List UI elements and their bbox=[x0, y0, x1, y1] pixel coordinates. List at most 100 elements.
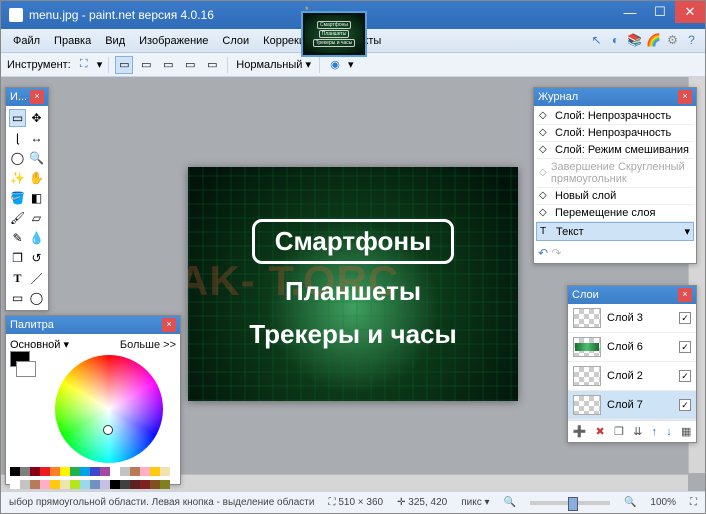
settings-icon[interactable]: ⚙ bbox=[665, 33, 680, 48]
selmode-replace-icon[interactable]: ▭ bbox=[115, 56, 133, 74]
layer-delete-icon[interactable]: ✖ bbox=[596, 425, 605, 438]
swatch[interactable] bbox=[10, 467, 20, 476]
layer-down-icon[interactable]: ↓ bbox=[666, 426, 672, 438]
tool-rectangle[interactable]: ▭ bbox=[9, 289, 26, 307]
minimize-button[interactable]: — bbox=[615, 1, 645, 23]
history-item[interactable]: ◇Новый слой bbox=[536, 188, 694, 205]
maximize-button[interactable]: ☐ bbox=[645, 1, 675, 23]
history-window-icon[interactable]: ◐ bbox=[608, 33, 623, 48]
tool-text[interactable]: T bbox=[9, 269, 26, 287]
layer-row[interactable]: Слой 2✓ bbox=[568, 362, 696, 391]
fullscreen-icon[interactable]: ⛶ bbox=[690, 497, 697, 508]
swatch[interactable] bbox=[90, 467, 100, 476]
swatch[interactable] bbox=[30, 467, 40, 476]
swatch[interactable] bbox=[160, 480, 170, 489]
zoom-slider[interactable] bbox=[530, 501, 610, 505]
history-item[interactable]: ◇Перемещение слоя bbox=[536, 205, 694, 222]
tool-move[interactable]: ✥ bbox=[28, 109, 45, 127]
tool-gradient[interactable]: ◧ bbox=[28, 189, 45, 207]
tool-zoom[interactable]: 🔍 bbox=[28, 149, 45, 167]
palette-fgbg-swatches[interactable] bbox=[10, 351, 36, 377]
tool-rect-select[interactable]: ▭ bbox=[9, 109, 26, 127]
layer-row[interactable]: Слой 6✓ bbox=[568, 333, 696, 362]
swatch[interactable] bbox=[20, 467, 30, 476]
swatch[interactable] bbox=[160, 467, 170, 476]
swatch[interactable] bbox=[150, 467, 160, 476]
toolbox-close-button[interactable]: × bbox=[30, 90, 44, 104]
menu-Файл[interactable]: Файл bbox=[7, 33, 46, 49]
colors-window-icon[interactable]: 🌈 bbox=[646, 33, 661, 48]
swatch[interactable] bbox=[110, 467, 120, 476]
layers-window-icon[interactable]: 📚 bbox=[627, 33, 642, 48]
tool-lasso[interactable]: ɭ bbox=[9, 129, 26, 147]
tool-picker[interactable]: 💧 bbox=[28, 229, 45, 247]
history-item[interactable]: TТекст▾ bbox=[536, 222, 694, 241]
layer-visible-checkbox[interactable]: ✓ bbox=[679, 341, 691, 353]
history-item[interactable]: ◇Слой: Режим смешивания bbox=[536, 142, 694, 159]
swatch[interactable] bbox=[40, 467, 50, 476]
selmode-intersect-icon[interactable]: ▭ bbox=[181, 56, 199, 74]
swatch[interactable] bbox=[120, 480, 130, 489]
swatch[interactable] bbox=[130, 480, 140, 489]
swatch[interactable] bbox=[150, 480, 160, 489]
blend-mode-combo[interactable]: Нормальный ▾ bbox=[234, 58, 313, 71]
help-icon[interactable]: ? bbox=[684, 33, 699, 48]
layer-visible-checkbox[interactable]: ✓ bbox=[679, 312, 691, 324]
swatch[interactable] bbox=[100, 467, 110, 476]
layer-visible-checkbox[interactable]: ✓ bbox=[679, 370, 691, 382]
swatch-row-1[interactable] bbox=[10, 467, 176, 476]
swatch[interactable] bbox=[90, 480, 100, 489]
layer-up-icon[interactable]: ↑ bbox=[652, 426, 658, 438]
palette-close-button[interactable]: × bbox=[162, 318, 176, 332]
tool-clone[interactable]: ❐ bbox=[9, 249, 26, 267]
layer-props-icon[interactable]: ▦ bbox=[681, 425, 691, 438]
swatch[interactable] bbox=[140, 467, 150, 476]
tool-recolor[interactable]: ↺ bbox=[28, 249, 45, 267]
swatch[interactable] bbox=[110, 480, 120, 489]
layer-row[interactable]: Слой 3✓ bbox=[568, 304, 696, 333]
tool-brush[interactable]: 🖌 bbox=[9, 209, 26, 227]
swatch[interactable] bbox=[130, 467, 140, 476]
menu-Вид[interactable]: Вид bbox=[99, 33, 131, 49]
redo-icon[interactable]: ↷ bbox=[551, 246, 561, 260]
layer-add-icon[interactable]: ➕ bbox=[573, 425, 587, 438]
swatch[interactable] bbox=[100, 480, 110, 489]
layer-merge-icon[interactable]: ⇊ bbox=[633, 425, 642, 438]
selmode-subtract-icon[interactable]: ▭ bbox=[159, 56, 177, 74]
history-item[interactable]: ◇Завершение Скругленный прямоугольник bbox=[536, 159, 694, 188]
swatch[interactable] bbox=[20, 480, 30, 489]
canvas[interactable]: AK- T.ORC Смартфоны Планшеты Трекеры и ч… bbox=[188, 167, 518, 401]
tool-magic-wand[interactable]: ✨ bbox=[9, 169, 26, 187]
swatch[interactable] bbox=[10, 480, 20, 489]
tool-eraser[interactable]: ▱ bbox=[28, 209, 45, 227]
swatch[interactable] bbox=[40, 480, 50, 489]
layer-visible-checkbox[interactable]: ✓ bbox=[679, 399, 691, 411]
tool-move-selection[interactable]: ↔ bbox=[28, 129, 45, 147]
tool-shapes[interactable]: ◯ bbox=[28, 289, 45, 307]
tool-line[interactable]: ／ bbox=[28, 269, 45, 287]
swatch-row-2[interactable] bbox=[10, 480, 176, 489]
swatch[interactable] bbox=[70, 480, 80, 489]
swatch[interactable] bbox=[50, 480, 60, 489]
swatch[interactable] bbox=[70, 467, 80, 476]
selmode-add-icon[interactable]: ▭ bbox=[137, 56, 155, 74]
swatch[interactable] bbox=[60, 467, 70, 476]
selmode-invert-icon[interactable]: ▭ bbox=[203, 56, 221, 74]
swatch[interactable] bbox=[120, 467, 130, 476]
palette-fg-label[interactable]: Основной bbox=[10, 339, 60, 351]
tool-ellipse-select[interactable]: ◯ bbox=[9, 149, 26, 167]
tool-fill[interactable]: 🪣 bbox=[9, 189, 26, 207]
layers-close-button[interactable]: × bbox=[678, 288, 692, 302]
swatch[interactable] bbox=[50, 467, 60, 476]
swatch[interactable] bbox=[140, 480, 150, 489]
swatch[interactable] bbox=[60, 480, 70, 489]
zoom-out-icon[interactable]: 🔍 bbox=[504, 497, 516, 508]
menu-Слои[interactable]: Слои bbox=[216, 33, 255, 49]
layer-duplicate-icon[interactable]: ❐ bbox=[614, 425, 624, 438]
swatch[interactable] bbox=[80, 480, 90, 489]
tool-pencil[interactable]: ✎ bbox=[9, 229, 26, 247]
status-unit[interactable]: пикс ▾ bbox=[461, 497, 489, 508]
image-thumbnail-tab[interactable]: * Смартфоны Планшеты Трекеры и часы bbox=[301, 11, 367, 57]
color-wheel[interactable] bbox=[55, 355, 163, 463]
status-zoom[interactable]: 100% bbox=[650, 497, 676, 508]
